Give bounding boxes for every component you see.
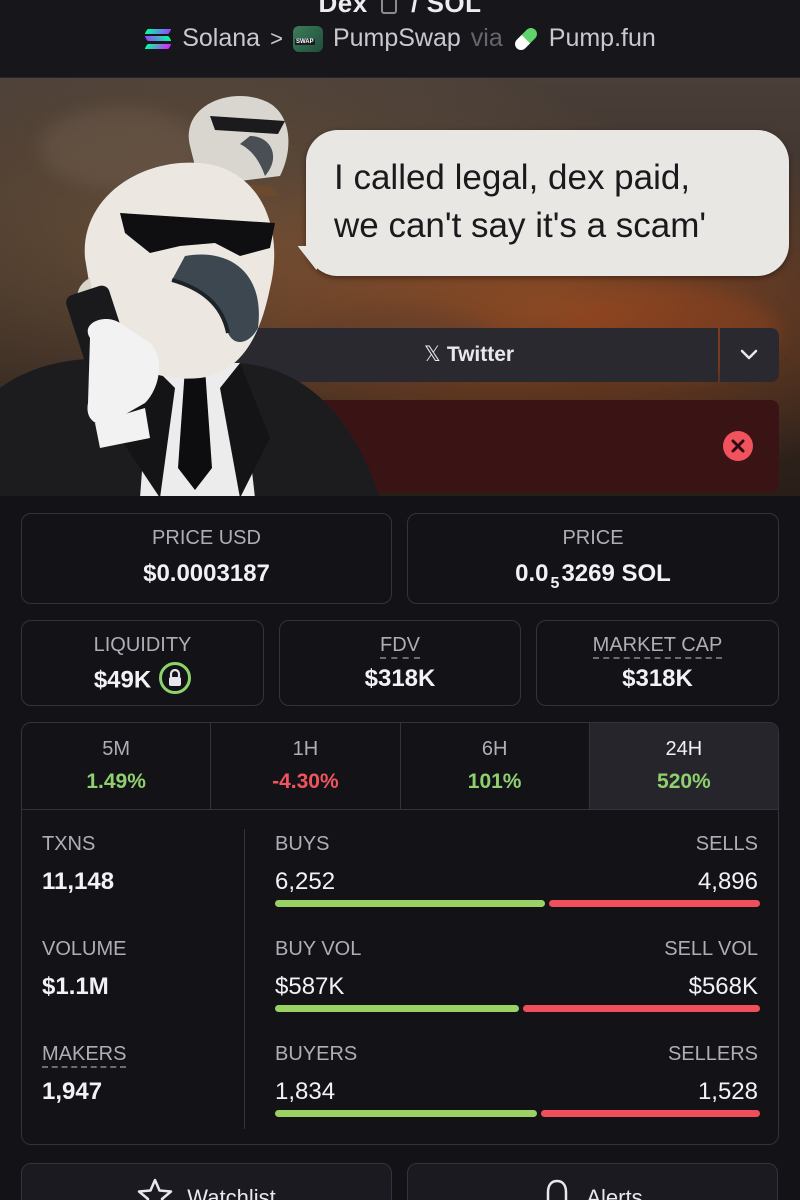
change-5m: 1.49% <box>86 770 146 793</box>
tab-6h[interactable]: 6H 101% <box>401 723 590 809</box>
close-icon[interactable] <box>723 431 753 461</box>
pumpswap-logo-icon <box>292 25 323 52</box>
buy-vol-value: $587K <box>275 973 345 1000</box>
launchpad-link[interactable]: Pump.fun <box>549 24 656 53</box>
pair-separator: / <box>411 0 419 18</box>
sellers-label: SELLERS <box>667 1043 758 1065</box>
x-logo-icon: 𝕏 <box>423 343 441 366</box>
market-cap-value: $318K <box>622 665 693 692</box>
buys-bar <box>275 900 545 907</box>
pair-header: Dex / SOL Solana > PumpSwap via Pump.fun <box>0 0 800 78</box>
makers-label[interactable]: MAKERS <box>42 1043 127 1068</box>
txns-value: 11,148 <box>42 868 115 895</box>
liquidity-value: $49K <box>93 666 152 694</box>
buys-value: 6,252 <box>275 868 336 895</box>
price-sol-value: 0.0 53269 SOL <box>515 560 671 592</box>
solana-logo-icon <box>144 28 172 50</box>
sell-vol-bar <box>523 1005 760 1012</box>
volume-value: $1.1M <box>42 973 109 1000</box>
price-sol-label: PRICE <box>562 527 624 549</box>
pair-title: Dex / SOL <box>0 0 800 19</box>
timeframe-tabs: 5M 1.49% 1H -4.30% 6H 101% 24H 520% <box>21 722 779 810</box>
chevron-right-icon: > <box>270 25 283 51</box>
makers-value: 1,947 <box>42 1078 103 1105</box>
socials-dropdown-button[interactable] <box>720 328 779 382</box>
price-sol-card: PRICE 0.0 53269 SOL <box>407 513 779 604</box>
token-banner: I called legal, dex paid, we can't say i… <box>0 78 800 496</box>
lock-icon[interactable] <box>159 662 192 694</box>
market-cap-card: MARKET CAP $318K <box>536 620 779 706</box>
copy-icon[interactable] <box>381 0 398 15</box>
price-usd-card: PRICE USD $0.0003187 <box>21 513 392 604</box>
buyers-bar <box>275 1110 537 1117</box>
breadcrumb: Solana > PumpSwap via Pump.fun <box>0 24 800 53</box>
sells-value: 4,896 <box>697 868 758 895</box>
fdv-card: FDV $318K <box>279 620 521 706</box>
pair-base: Dex <box>318 0 368 18</box>
price-usd-label: PRICE USD <box>152 527 261 549</box>
liquidity-card: LIQUIDITY $49K <box>21 620 264 706</box>
fdv-label[interactable]: FDV <box>380 634 420 659</box>
pill-icon <box>512 25 540 52</box>
tab-24h[interactable]: 24H 520% <box>589 723 778 809</box>
change-24h: 520% <box>657 770 711 793</box>
sells-label: SELLS <box>695 833 758 855</box>
via-text: via <box>470 24 503 52</box>
alerts-label: Alerts <box>586 1184 643 1200</box>
buy-vol-label: BUY VOL <box>275 938 362 960</box>
market-cap-label[interactable]: MARKET CAP <box>592 634 723 659</box>
change-6h: 101% <box>467 770 522 793</box>
txns-label: TXNS <box>42 833 96 855</box>
speech-text: I called legal, dex paid, we can't say i… <box>334 158 707 245</box>
buyers-value: 1,834 <box>275 1078 336 1105</box>
sells-bar <box>549 900 760 907</box>
tab-5m[interactable]: 5M 1.49% <box>22 723 212 809</box>
star-icon <box>138 1178 173 1200</box>
alerts-button[interactable]: Alerts <box>407 1163 778 1200</box>
fdv-value: $318K <box>364 665 436 692</box>
liquidity-label: LIQUIDITY <box>93 634 192 656</box>
tab-1h[interactable]: 1H -4.30% <box>211 723 401 809</box>
chain-link[interactable]: Solana <box>182 24 260 53</box>
sell-vol-label: SELL VOL <box>664 938 758 960</box>
bell-icon <box>546 1179 568 1200</box>
watchlist-button[interactable]: Watchlist <box>21 1163 392 1200</box>
trade-stats-panel: TXNS 11,148 BUYS 6,252 SELLS 4,896 VOLUM… <box>21 809 779 1145</box>
sellers-value: 1,528 <box>697 1078 758 1105</box>
price-usd-value: $0.0003187 <box>143 560 270 587</box>
sell-vol-value: $568K <box>688 973 758 1000</box>
watchlist-label: Watchlist <box>187 1184 276 1200</box>
sellers-bar <box>541 1110 760 1117</box>
stats-divider <box>244 829 245 1129</box>
volume-label: VOLUME <box>42 938 127 960</box>
dex-link[interactable]: PumpSwap <box>333 24 461 53</box>
chevron-down-icon <box>740 349 758 360</box>
eagle-phone-image <box>0 162 380 496</box>
buy-vol-bar <box>275 1005 519 1012</box>
buyers-label: BUYERS <box>275 1043 358 1065</box>
pair-quote: SOL <box>426 0 482 18</box>
buys-label: BUYS <box>275 833 330 855</box>
twitter-label: Twitter <box>446 343 515 366</box>
change-1h: -4.30% <box>272 770 339 793</box>
